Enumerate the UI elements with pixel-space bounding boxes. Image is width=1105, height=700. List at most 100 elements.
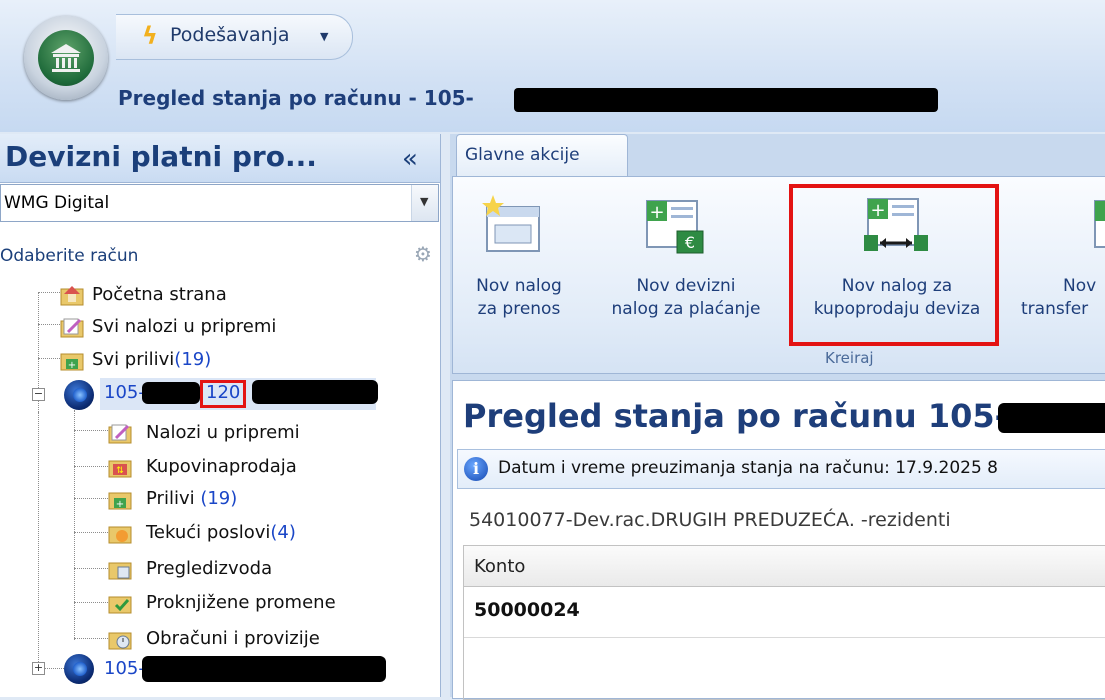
tree-item-count: (19) bbox=[174, 349, 212, 370]
button-label-line1: Nov devizni bbox=[636, 276, 736, 296]
pane-title: Devizni platni pro... bbox=[5, 140, 317, 173]
tree-item-inflows[interactable]: + Prilivi (19) bbox=[108, 484, 408, 516]
svg-text:+: + bbox=[116, 499, 124, 510]
account-number-prefix: 105- bbox=[104, 382, 145, 403]
tree-item-home[interactable]: Početna strana bbox=[60, 280, 420, 312]
button-label-line1: Nov bbox=[1063, 276, 1097, 296]
globe-account-icon bbox=[64, 380, 94, 410]
new-fx-payment-icon: + € bbox=[646, 200, 704, 254]
tree-item-buy-sell[interactable]: ⇅ Kupovinaprodaja bbox=[108, 452, 408, 484]
annotation-highlight-box bbox=[200, 380, 246, 408]
tree-item-label: Nalozi u pripremi bbox=[146, 422, 300, 443]
balance-grid: Konto 50000024 bbox=[463, 545, 1105, 700]
svg-text:€: € bbox=[685, 233, 695, 252]
redacted-region bbox=[514, 88, 938, 112]
title-bar: ϟ Podešavanja ▼ Pregled stanja po računu… bbox=[0, 0, 1105, 132]
window-title: Pregled stanja po računu - 105- bbox=[118, 86, 474, 110]
tree-item-drafts[interactable]: Nalozi u pripremi bbox=[108, 418, 408, 450]
bank-building-icon bbox=[38, 30, 94, 86]
svg-text:+: + bbox=[68, 360, 76, 371]
redacted-region bbox=[252, 380, 378, 404]
column-header-konto[interactable]: Konto bbox=[464, 546, 1105, 587]
expand-node-button[interactable]: + bbox=[32, 662, 45, 675]
tree-line bbox=[74, 602, 108, 603]
tab-main-actions[interactable]: Glavne akcije bbox=[456, 134, 628, 177]
tree-line bbox=[74, 532, 108, 533]
table-cell-konto: 50000024 bbox=[474, 599, 580, 621]
settings-menu-button[interactable]: Podešavanja bbox=[170, 24, 290, 46]
svg-text:⇅: ⇅ bbox=[116, 466, 124, 476]
company-select-value: WMG Digital bbox=[4, 193, 110, 213]
info-text: Datum i vreme preuzimanja stanja na raču… bbox=[498, 458, 998, 478]
home-folder-icon bbox=[60, 286, 84, 306]
svg-text:+: + bbox=[649, 202, 664, 223]
collapse-node-button[interactable]: − bbox=[32, 388, 45, 401]
tree-item-label: Pregledizvoda bbox=[146, 558, 273, 579]
button-label-line1: Nov nalog bbox=[476, 276, 562, 296]
redacted-region bbox=[998, 403, 1105, 433]
company-select-dropdown[interactable]: ▼ bbox=[411, 185, 438, 221]
new-transfer-order-icon bbox=[482, 195, 540, 252]
tree-item-fees[interactable]: Obračuni i provizije bbox=[108, 624, 408, 656]
select-account-label: Odaberite račun bbox=[0, 246, 139, 266]
content-panel: Pregled stanja po računu 105- i Datum i … bbox=[452, 380, 1105, 700]
redacted-region bbox=[142, 656, 386, 682]
inflow-folder-icon: + bbox=[60, 353, 84, 371]
main-area: Glavne akcije Nov nalog za prenos + € Nov… bbox=[450, 134, 1105, 700]
gear-icon[interactable]: ⚙ bbox=[414, 242, 432, 266]
current-folder-icon bbox=[108, 526, 132, 544]
posted-folder-icon bbox=[108, 596, 132, 614]
button-label-line2: nalog za plaćanje bbox=[611, 299, 761, 319]
tree-item-label: Tekući poslovi bbox=[146, 522, 271, 543]
chevron-down-icon[interactable]: ▼ bbox=[320, 30, 328, 43]
tree-line bbox=[38, 358, 62, 359]
exchange-folder-icon: ⇅ bbox=[108, 460, 132, 478]
tree-line bbox=[38, 292, 62, 293]
account-description: 54010077-Dev.rac.DRUGIH PREDUZEĆA. -rezi… bbox=[469, 509, 951, 531]
tree-item-label: Početna strana bbox=[92, 284, 227, 305]
info-icon: i bbox=[464, 457, 488, 481]
new-transfer-icon bbox=[1094, 200, 1105, 248]
chevron-down-icon: ▼ bbox=[420, 195, 429, 208]
redacted-region bbox=[142, 382, 200, 404]
tree-item-label: Svi prilivi bbox=[92, 349, 175, 370]
table-row[interactable]: 50000024 bbox=[464, 587, 1105, 638]
page-title: Pregled stanja po računu 105- bbox=[463, 397, 1008, 435]
navigation-pane-header: Devizni platni pro... « bbox=[0, 134, 440, 183]
fees-folder-icon bbox=[108, 632, 132, 650]
company-select[interactable]: WMG Digital ▼ bbox=[0, 184, 439, 222]
ribbon: Nov nalog za prenos + € Nov devizni nalog … bbox=[452, 176, 1105, 374]
tree-item-count: (4) bbox=[270, 522, 296, 543]
tree-item-current-business[interactable]: Tekući poslovi(4) bbox=[108, 518, 408, 550]
tree-line bbox=[38, 324, 62, 325]
tree-line bbox=[38, 412, 39, 668]
tree-line bbox=[74, 498, 108, 499]
column-header-label: Konto bbox=[474, 556, 526, 577]
new-transfer-button[interactable]: Nov transfer bbox=[1013, 177, 1105, 347]
tree-item-all-inflows[interactable]: + Svi prilivi(19) bbox=[60, 345, 420, 377]
ribbon-group-label: Kreiraj bbox=[825, 349, 874, 367]
tree-item-posted-changes[interactable]: Proknjižene promene bbox=[108, 588, 408, 620]
tree-item-label: Obračuni i provizije bbox=[146, 628, 320, 649]
info-bar: i Datum i vreme preuzimanja stanja na ra… bbox=[457, 449, 1105, 489]
tree-line bbox=[74, 430, 108, 431]
globe-account-icon bbox=[64, 654, 94, 684]
tree-item-label: Svi nalozi u pripremi bbox=[92, 316, 277, 337]
new-transfer-order-button[interactable]: Nov nalog za prenos bbox=[453, 177, 581, 347]
tree-line bbox=[74, 638, 108, 639]
tree-item-statements[interactable]: Pregledizvoda bbox=[108, 554, 408, 586]
tree-line bbox=[74, 466, 108, 467]
tree-line bbox=[74, 410, 75, 640]
tree-item-label: Proknjižene promene bbox=[146, 592, 336, 613]
tree-item-label: Prilivi bbox=[146, 488, 201, 509]
tree-line bbox=[74, 568, 108, 569]
new-fx-payment-button[interactable]: + € Nov devizni nalog za plaćanje bbox=[581, 177, 791, 347]
application-menu-button[interactable] bbox=[24, 16, 108, 100]
tree-item-label: Kupovinaprodaja bbox=[146, 456, 297, 477]
annotation-highlight-box bbox=[789, 184, 999, 346]
collapse-pane-button[interactable]: « bbox=[402, 144, 418, 174]
button-label-line2: za prenos bbox=[477, 299, 561, 319]
edit-folder-icon bbox=[60, 318, 84, 338]
tree-item-all-drafts[interactable]: Svi nalozi u pripremi bbox=[60, 312, 420, 344]
inflow-folder-icon: + bbox=[108, 492, 132, 510]
